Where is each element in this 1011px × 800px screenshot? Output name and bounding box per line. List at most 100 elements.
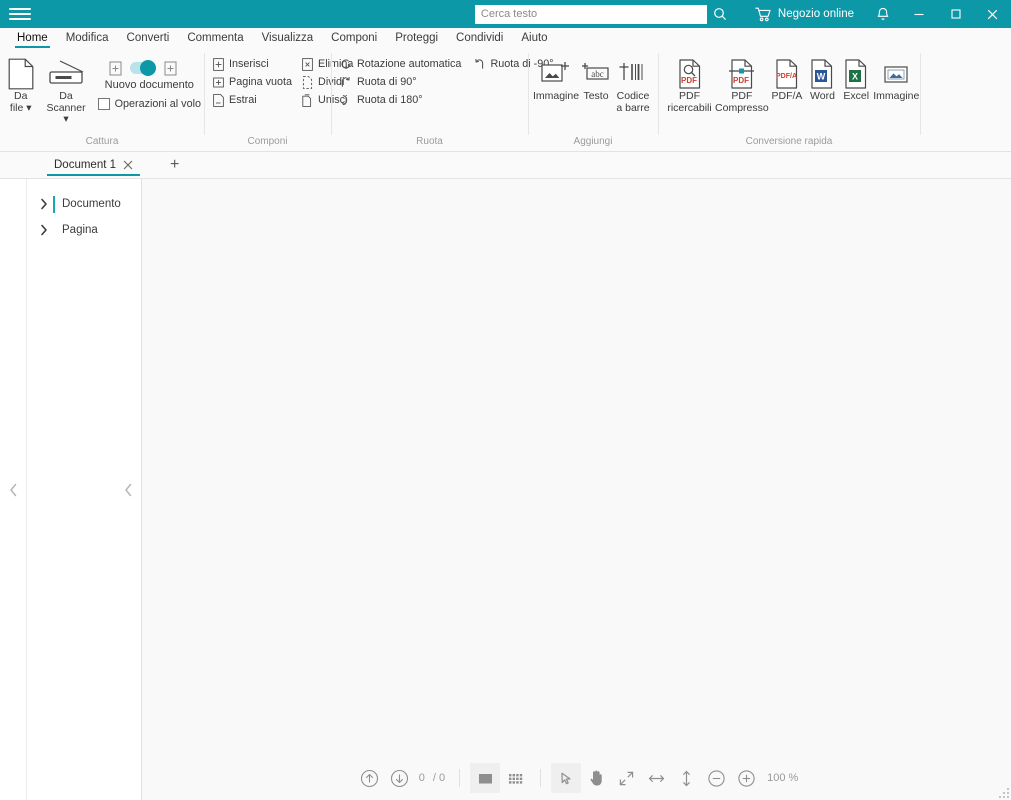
ribbon-group-conversione-rapida: PDF PDF ricercabili PDF PDF Compresso PD… — [658, 48, 920, 151]
fit-width-button[interactable] — [641, 763, 671, 793]
fit-height-button[interactable] — [671, 763, 701, 793]
quick-operations-label: Operazioni al volo — [114, 98, 201, 110]
compressed-pdf-label-1: PDF — [731, 90, 753, 102]
chevron-left-icon[interactable] — [9, 483, 18, 497]
resize-grip[interactable] — [996, 785, 1009, 798]
image-convert-label: Immagine — [873, 90, 920, 102]
toolbar-separator — [540, 769, 542, 787]
excel-label: Excel — [843, 90, 870, 102]
menu-tab-proteggi[interactable]: Proteggi — [386, 32, 447, 48]
search-icon[interactable] — [707, 0, 733, 28]
notifications-bell-icon[interactable] — [866, 0, 900, 28]
compressed-pdf-label-2: Compresso — [715, 101, 769, 114]
compressed-pdf-button[interactable]: PDF PDF Compresso — [715, 53, 769, 114]
menu-tab-home[interactable]: Home — [8, 32, 57, 48]
close-button[interactable] — [974, 0, 1011, 28]
add-text-button[interactable]: abc Testo — [578, 53, 614, 103]
hamburger-menu-icon[interactable] — [0, 0, 40, 28]
blank-page-button[interactable]: Pagina vuota — [210, 73, 295, 91]
image-convert-button[interactable]: Immagine — [873, 53, 920, 103]
new-document-right-icon — [164, 61, 177, 76]
searchable-pdf-button[interactable]: PDF PDF ricercabili — [664, 53, 715, 114]
from-scanner-label-2: Scanner ▾ — [46, 101, 86, 125]
add-image-button[interactable]: Immagine — [533, 53, 579, 103]
chevron-right-icon[interactable] — [35, 198, 53, 210]
quick-operations-checkbox[interactable] — [97, 98, 110, 110]
word-icon: W — [809, 57, 835, 91]
ribbon-group-caption-cattura: Cattura — [85, 136, 119, 147]
add-image-icon — [540, 57, 572, 91]
extract-page-icon — [213, 93, 224, 107]
rotate-90-button[interactable]: Ruota di 90° — [337, 73, 464, 91]
zoom-out-button[interactable] — [701, 763, 731, 793]
svg-text:PDF: PDF — [733, 76, 749, 85]
accent-bar-placeholder — [53, 222, 55, 239]
pdfa-label: PDF/A — [771, 90, 803, 102]
rotate-180-button[interactable]: Ruota di 180° — [337, 91, 464, 109]
search-input[interactable] — [474, 4, 707, 24]
insert-page-icon — [213, 57, 224, 71]
sidebar-item-label-documento: Documento — [62, 198, 121, 210]
single-page-view-button[interactable] — [470, 763, 501, 793]
auto-rotate-label: Rotazione automatica — [357, 58, 462, 70]
blank-page-icon — [213, 76, 224, 89]
excel-button[interactable]: X Excel — [840, 53, 873, 103]
main-area: Documento Pagina 0 / 0 100 % — [0, 178, 1011, 800]
ribbon-group-ruota: Rotazione automatica Ruota di 90° Ruota … — [331, 48, 554, 151]
pdfa-button[interactable]: PDF/A PDF/A — [769, 53, 805, 103]
menu-tab-modifica[interactable]: Modifica — [57, 32, 118, 48]
rotate-180-label: Ruota di 180° — [357, 94, 423, 106]
cart-icon — [755, 7, 772, 22]
document-tab[interactable]: Document 1 — [47, 155, 141, 176]
extract-pages-button[interactable]: Estrai — [210, 91, 295, 109]
rotate-180-icon — [340, 94, 352, 106]
compressed-pdf-icon: PDF — [727, 57, 757, 91]
svg-text:PDF/A: PDF/A — [776, 73, 797, 80]
application-window: Negozio online Home Modifica Converti Co… — [0, 0, 1011, 800]
menu-tab-condividi[interactable]: Condividi — [447, 32, 512, 48]
menu-tab-converti[interactable]: Converti — [118, 32, 179, 48]
minimize-button[interactable] — [900, 0, 937, 28]
menu-tab-commenta[interactable]: Commenta — [178, 32, 252, 48]
sidebar-item-label-pagina: Pagina — [62, 224, 98, 236]
inner-panel-collapse-rail — [115, 179, 141, 800]
add-barcode-button[interactable]: Codice a barre — [614, 53, 652, 114]
menu-tab-aiuto[interactable]: Aiuto — [512, 32, 556, 48]
zoom-level-label[interactable]: 100 % — [767, 772, 798, 784]
current-page-value[interactable]: 0 — [415, 772, 429, 784]
menu-tab-componi[interactable]: Componi — [322, 32, 386, 48]
new-tab-button[interactable]: + — [164, 157, 185, 173]
search-area — [474, 0, 733, 28]
hand-tool-button[interactable] — [581, 763, 611, 793]
svg-text:W: W — [817, 72, 826, 82]
ribbon-group-cattura: Da file ▾ Da Scanner ▾ Nuovo documento O… — [0, 48, 204, 151]
close-icon[interactable] — [123, 160, 133, 170]
total-pages-label: / 0 — [432, 772, 446, 784]
maximize-button[interactable] — [937, 0, 974, 28]
new-document-toggle[interactable] — [129, 60, 156, 76]
chevron-left-icon[interactable] — [124, 483, 133, 497]
auto-rotate-button[interactable]: Rotazione automatica — [337, 55, 464, 73]
from-scanner-button[interactable]: Da Scanner ▾ — [43, 53, 88, 126]
chevron-right-icon[interactable] — [35, 224, 53, 236]
select-tool-button[interactable] — [551, 763, 582, 793]
previous-page-button[interactable] — [355, 763, 385, 793]
menu-tab-visualizza[interactable]: Visualizza — [253, 32, 323, 48]
document-canvas[interactable]: 0 / 0 100 % — [142, 179, 1011, 800]
ribbon-group-componi: Inserisci Pagina vuota Estrai Elimina Di… — [204, 48, 353, 151]
insert-pages-button[interactable]: Inserisci — [210, 55, 295, 73]
fit-page-button[interactable] — [611, 763, 641, 793]
toolbar-separator — [459, 769, 461, 787]
grid-view-button[interactable] — [500, 763, 530, 793]
next-page-button[interactable] — [385, 763, 415, 793]
viewer-bottom-toolbar: 0 / 0 100 % — [142, 756, 1011, 800]
quick-operations-checkbox-row[interactable]: Operazioni al volo — [95, 95, 204, 113]
from-file-button[interactable]: Da file ▾ — [4, 53, 37, 114]
add-text-label: Testo — [583, 90, 609, 102]
online-shop-button[interactable]: Negozio online — [755, 7, 854, 22]
document-tab-label: Document 1 — [54, 158, 117, 171]
zoom-in-button[interactable] — [731, 763, 761, 793]
toggle-knob — [139, 60, 156, 76]
word-button[interactable]: W Word — [805, 53, 840, 103]
ribbon-group-empty — [920, 48, 1011, 151]
